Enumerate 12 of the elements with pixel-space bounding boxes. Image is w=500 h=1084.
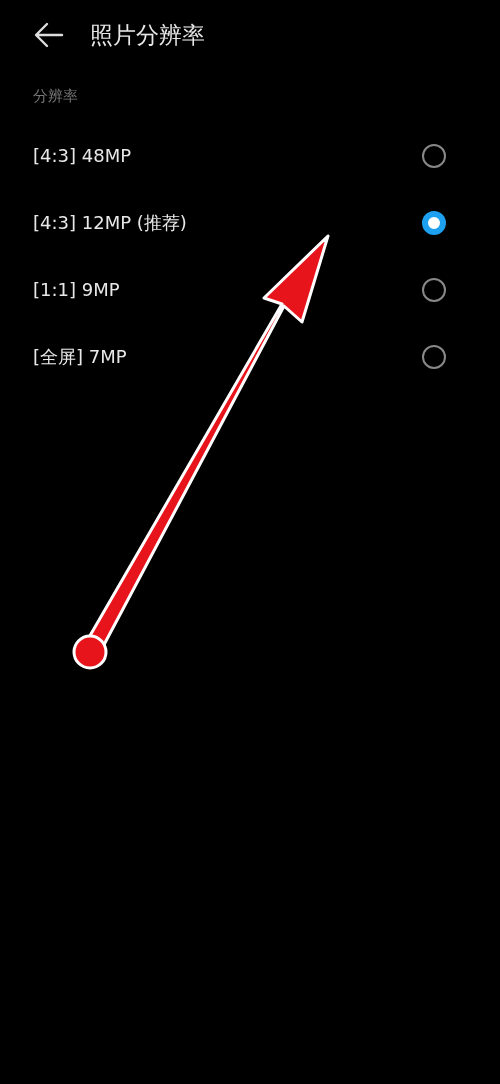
- back-arrow-icon: [34, 22, 64, 48]
- option-label: [1:1] 9MP: [33, 279, 120, 300]
- radio-button[interactable]: [422, 277, 446, 302]
- option-label: [4:3] 12MP (推荐): [33, 210, 187, 235]
- option-label: [全屏] 7MP: [33, 344, 127, 369]
- radio-button[interactable]: [422, 143, 446, 168]
- radio-button[interactable]: [422, 344, 446, 369]
- page-title: 照片分辨率: [90, 20, 205, 50]
- section-title: 分辨率: [33, 86, 78, 106]
- radio-button[interactable]: [422, 210, 446, 235]
- back-button[interactable]: [34, 22, 64, 48]
- option-label: [4:3] 48MP: [33, 145, 132, 166]
